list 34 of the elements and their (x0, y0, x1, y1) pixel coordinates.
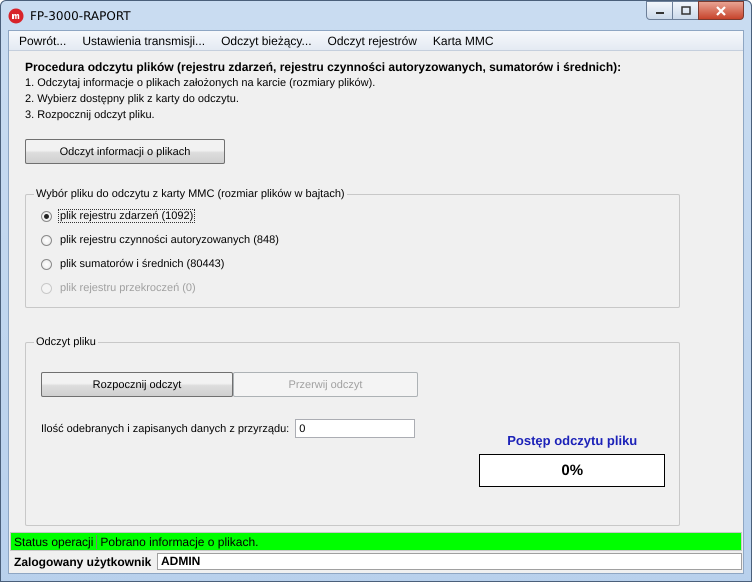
instructions-heading: Procedura odczytu plików (rejestru zdarzeń, rejestru czynności autoryzowanych, sumatorów i średnich): (25, 59, 622, 75)
progress-percent: 0% (561, 462, 584, 479)
progress-title: Postęp odczytu pliku (506, 433, 638, 448)
status-message: Pobrano informacje o plikach. (99, 534, 260, 548)
count-label: Ilość odebranych i zapisanych danych z przyrządu: (41, 422, 290, 434)
instruction-step: 2. Wybierz dostępny plik z karty do odczytu. (25, 91, 743, 107)
menu-item[interactable]: Odczyt rejestrów (320, 31, 425, 50)
instruction-step: 1. Odczytaj informacje o plikach założonych na karcie (rozmiary plików). (25, 75, 743, 91)
radio-label[interactable]: plik rejestru zdarzeń (1092) (58, 209, 196, 223)
group-title: Odczyt pliku (35, 336, 97, 348)
radio-label[interactable]: plik sumatorów i średnich (80443) (58, 257, 226, 271)
start-read-button[interactable]: Rozpocznij odczyt (41, 372, 233, 397)
radio-button[interactable] (41, 210, 52, 222)
menu-item[interactable]: Ustawienia transmisji... (74, 31, 214, 50)
maximize-icon (680, 6, 690, 15)
count-field[interactable]: 0 (295, 419, 416, 438)
radio-label[interactable]: plik rejestru czynności autoryzowanych (848) (58, 233, 281, 247)
maximize-button[interactable] (672, 1, 699, 20)
user-label: Zalogowany użytkownik (13, 554, 152, 568)
status-label: Status operacji (11, 534, 98, 548)
menu-item[interactable]: Karta MMC (424, 31, 502, 50)
close-button[interactable] (698, 1, 744, 20)
window-title: FP-3000-RAPORT (30, 8, 131, 22)
menu-item[interactable]: Odczyt bieżący... (213, 31, 320, 50)
app-logo-icon (8, 8, 24, 24)
radio-button[interactable] (41, 258, 52, 270)
group-title: Wybór pliku do odczytu z karty MMC (rozmiar plików w bajtach) (35, 188, 346, 200)
minimize-button[interactable] (646, 1, 673, 20)
menu-item[interactable]: Powrót... (11, 31, 74, 50)
user-field: ADMIN (157, 553, 742, 570)
radio-button[interactable] (41, 234, 52, 246)
close-icon (715, 6, 727, 16)
read-info-button[interactable]: Odczyt informacji o plikach (25, 139, 225, 164)
instruction-step: 3. Rozpocznij odczyt pliku. (25, 107, 743, 123)
